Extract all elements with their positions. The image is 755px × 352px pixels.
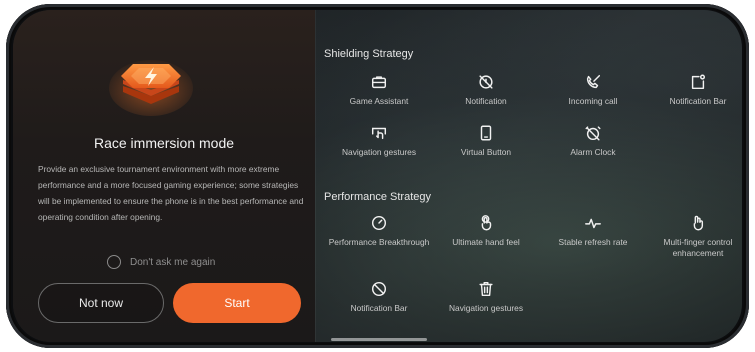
perf-item-notification-bar[interactable]: Notification Bar <box>324 280 434 314</box>
multi-touch-icon <box>689 214 707 232</box>
race-mode-badge-icon <box>109 60 193 116</box>
race-mode-panel: Race immersion mode Provide an exclusive… <box>13 10 315 342</box>
item-label: Navigation gestures <box>448 303 524 313</box>
start-button[interactable]: Start <box>173 283 301 323</box>
item-label: Virtual Button <box>460 147 512 157</box>
phone-off-icon <box>584 73 602 91</box>
shield-item-virtual-button[interactable]: Virtual Button <box>431 124 541 158</box>
shield-item-incoming-call[interactable]: Incoming call <box>538 73 648 107</box>
shield-item-alarm-clock[interactable]: Alarm Clock <box>538 124 648 158</box>
item-label: Navigation gestures <box>341 147 417 157</box>
shielding-strategy-title: Shielding Strategy <box>324 48 414 60</box>
perf-item-multi-finger-control[interactable]: Multi-finger control enhancement <box>643 214 742 259</box>
mode-description: Provide an exclusive tournament environm… <box>38 164 304 222</box>
item-label: Alarm Clock <box>570 147 616 157</box>
panel-divider <box>315 10 316 342</box>
phone-frame: Race immersion mode Provide an exclusive… <box>6 4 749 348</box>
performance-strategy-title: Performance Strategy <box>324 191 431 203</box>
item-label: Stable refresh rate <box>558 237 628 247</box>
gesture-icon <box>370 124 388 142</box>
shield-item-notification-bar[interactable]: Notification Bar <box>643 73 742 107</box>
not-now-button[interactable]: Not now <box>38 283 164 323</box>
notification-off-icon <box>477 73 495 91</box>
alarm-off-icon <box>584 124 602 142</box>
gauge-icon <box>370 214 388 232</box>
item-label: Game Assistant <box>349 96 409 106</box>
item-label: Performance Breakthrough <box>328 237 430 247</box>
trash-icon <box>477 280 495 298</box>
touch-icon <box>477 214 495 232</box>
dont-ask-radio[interactable] <box>107 255 121 269</box>
perf-item-ultimate-hand-feel[interactable]: Ultimate hand feel <box>431 214 541 248</box>
item-label: Incoming call <box>568 96 618 106</box>
shield-item-notification[interactable]: Notification <box>431 73 541 107</box>
briefcase-icon <box>370 73 388 91</box>
item-label: Ultimate hand feel <box>452 237 520 247</box>
block-icon <box>370 280 388 298</box>
pulse-icon <box>584 214 602 232</box>
virtual-button-icon <box>477 124 495 142</box>
game-screen: Race immersion mode Provide an exclusive… <box>13 10 742 342</box>
item-label: Multi-finger control enhancement <box>663 237 733 258</box>
mode-title: Race immersion mode <box>93 135 235 151</box>
item-label: Notification <box>465 96 507 106</box>
home-indicator[interactable] <box>331 338 427 341</box>
item-label: Notification Bar <box>669 96 727 106</box>
notification-bar-icon <box>689 73 707 91</box>
item-label: Notification Bar <box>350 303 408 313</box>
shield-item-navigation-gestures[interactable]: Navigation gestures <box>324 124 434 158</box>
dont-ask-option[interactable]: Don't ask me again <box>107 255 215 269</box>
shield-item-game-assistant[interactable]: Game Assistant <box>324 73 434 107</box>
perf-item-stable-refresh-rate[interactable]: Stable refresh rate <box>538 214 648 248</box>
dont-ask-label: Don't ask me again <box>130 256 216 268</box>
perf-item-navigation-gestures[interactable]: Navigation gestures <box>431 280 541 314</box>
perf-item-performance-breakthrough[interactable]: Performance Breakthrough <box>324 214 434 248</box>
